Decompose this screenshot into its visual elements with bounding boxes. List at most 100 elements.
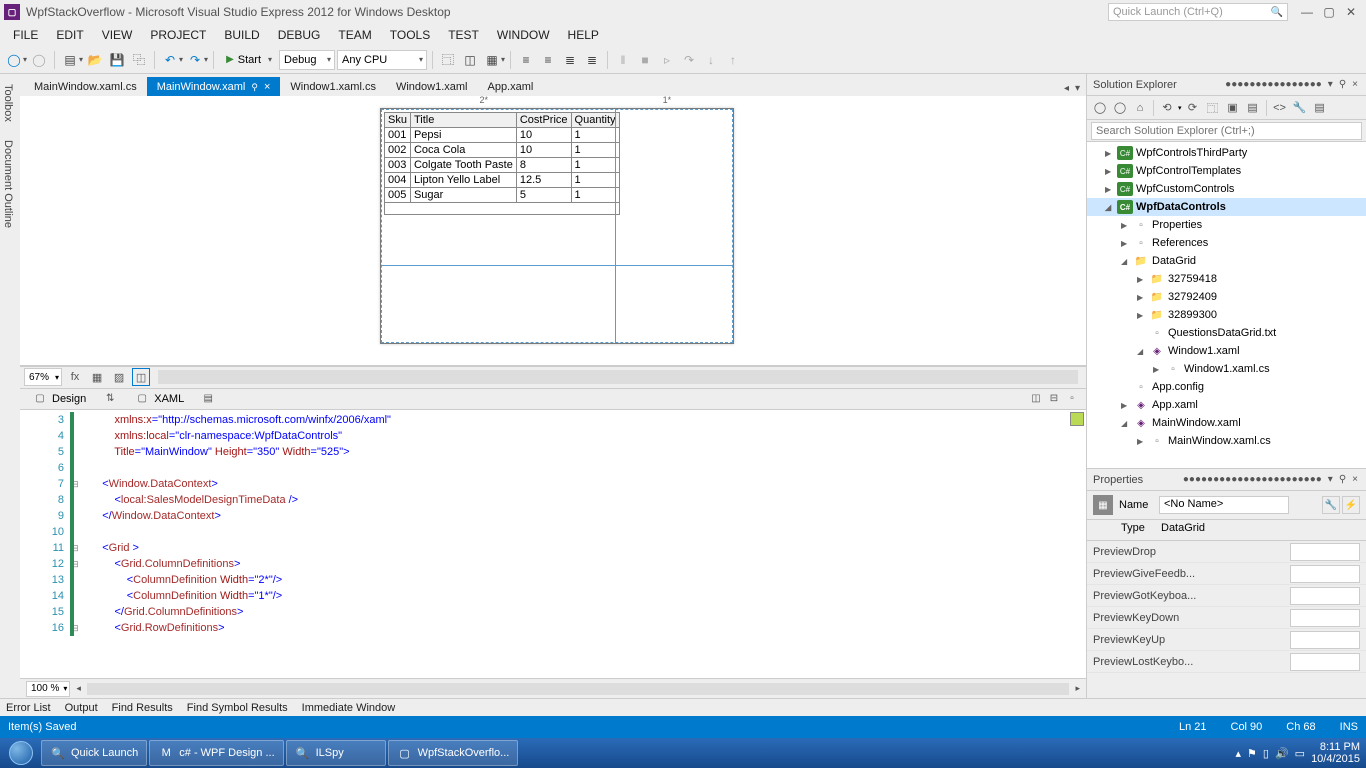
nav-forward-button[interactable]: ◯ [29,50,49,70]
taskbar-item[interactable]: 🔍ILSpy [286,740,386,766]
step-out-button[interactable]: ↑ [723,50,743,70]
tray-clock[interactable]: 8:11 PM10/4/2015 [1311,741,1360,765]
code-nav-left[interactable]: ◂ [76,683,81,694]
se-preview[interactable]: ▤ [1311,99,1329,117]
tb-icon-3[interactable]: ▦ [482,50,502,70]
close-button[interactable]: ✕ [1340,5,1362,19]
se-search-input[interactable] [1091,122,1362,140]
tree-node[interactable]: ◢C#WpfDataControls [1087,198,1366,216]
tree-node[interactable]: ▶C#WpfCustomControls [1087,180,1366,198]
tb-icon-5[interactable]: ≡ [538,50,558,70]
tree-node[interactable]: ◢◈Window1.xaml [1087,342,1366,360]
tray-flag-icon[interactable]: ⚑ [1247,747,1257,760]
tb-icon-2[interactable]: ◫ [460,50,480,70]
tab-scroll-left[interactable]: ◂ [1062,81,1071,96]
undo-button[interactable]: ↶ [160,50,180,70]
tab-mainwindow-cs[interactable]: MainWindow.xaml.cs [24,77,147,96]
code-scrollbar[interactable] [87,683,1070,695]
properties-grid[interactable]: PreviewDropPreviewGiveFeedb...PreviewGot… [1087,541,1366,698]
maximize-button[interactable]: ▢ [1318,5,1340,19]
new-project-button[interactable]: ▤ [60,50,80,70]
design-tab[interactable]: ▢Design [26,389,92,409]
tree-node[interactable]: ◢◈MainWindow.xaml [1087,414,1366,432]
tab-find-symbol[interactable]: Find Symbol Results [187,702,288,714]
tab-immediate[interactable]: Immediate Window [302,702,396,714]
se-fwd[interactable]: ◯ [1111,99,1129,117]
tab-output[interactable]: Output [65,702,98,714]
designer-tool-1[interactable]: fx [66,368,84,386]
tree-node[interactable]: ▶▫Window1.xaml.cs [1087,360,1366,378]
step-over-button[interactable]: ↷ [679,50,699,70]
step-into-button[interactable]: ↓ [701,50,721,70]
start-debug-button[interactable]: ▶Start▾ [219,50,277,70]
property-row[interactable]: PreviewKeyUp [1087,629,1366,651]
redo-button[interactable]: ↷ [185,50,205,70]
save-button[interactable]: 💾 [107,50,127,70]
menu-build[interactable]: BUILD [215,25,268,45]
quick-launch-input[interactable]: Quick Launch (Ctrl+Q) 🔍 [1108,3,1288,21]
tree-node[interactable]: ▶▫MainWindow.xaml.cs [1087,432,1366,450]
panel-menu-icon[interactable]: ▾ [1326,474,1335,485]
split-collapse-icon[interactable]: ▫ [1064,391,1080,407]
split-v-icon[interactable]: ⊟ [1046,391,1062,407]
solution-tree[interactable]: ▶C#WpfControlsThirdParty▶C#WpfControlTem… [1087,142,1366,468]
code-content[interactable]: xmlns:x="http://schemas.microsoft.com/wi… [82,410,1086,679]
se-sync[interactable]: ⟲ [1158,99,1176,117]
xaml-code-editor[interactable]: 345678910111213141516 ⊟⊟⊟⊟ xmlns:x="http… [20,410,1086,679]
menu-team[interactable]: TEAM [329,25,380,45]
tree-node[interactable]: ▶▫Properties [1087,216,1366,234]
code-zoom-combo[interactable]: 100 % [26,681,70,697]
designer-scrollbar[interactable] [158,370,1078,384]
config-combo[interactable]: Debug [279,50,335,70]
property-row[interactable]: PreviewLostKeybo... [1087,651,1366,673]
panel-close-icon[interactable]: × [1350,474,1360,485]
menu-file[interactable]: FILE [4,25,47,45]
panel-menu-icon[interactable]: ▾ [1326,79,1335,90]
tray-network-icon[interactable]: ▯ [1263,747,1269,760]
menu-project[interactable]: PROJECT [141,25,215,45]
open-button[interactable]: 📂 [85,50,105,70]
tree-node[interactable]: ▫QuestionsDataGrid.txt [1087,324,1366,342]
platform-combo[interactable]: Any CPU [337,50,427,70]
tb-icon-7[interactable]: ≣ [582,50,602,70]
tab-mainwindow-xaml[interactable]: MainWindow.xaml⚲× [147,77,281,96]
se-home[interactable]: ⌂ [1131,99,1149,117]
tree-node[interactable]: ▶▫References [1087,234,1366,252]
designer-tool-2[interactable]: ▦ [88,368,106,386]
tray-volume-icon[interactable]: 🔊 [1275,747,1289,760]
tab-window1-xaml[interactable]: Window1.xaml [386,77,478,96]
document-outline-tab[interactable]: Document Outline [0,136,20,232]
taskbar-item[interactable]: 🔍Quick Launch [41,740,147,766]
se-props[interactable]: ▤ [1244,99,1262,117]
start-button[interactable] [2,739,40,767]
tab-dropdown[interactable]: ▾ [1073,81,1082,96]
se-view-code[interactable]: <> [1271,99,1289,117]
property-row[interactable]: PreviewDrop [1087,541,1366,563]
stop-button[interactable]: ■ [635,50,655,70]
taskbar-item[interactable]: ▢WpfStackOverflo... [388,740,519,766]
designer-tool-3[interactable]: ▨ [110,368,128,386]
props-wrench-icon[interactable]: 🔧 [1322,496,1340,514]
close-tab-icon[interactable]: × [264,81,270,93]
se-wrench[interactable]: 🔧 [1291,99,1309,117]
design-artboard[interactable]: 2* 1* SkuTitleCostPriceQuantity 001Pepsi… [380,108,734,344]
designer-tool-4[interactable]: ◫ [132,368,150,386]
tree-node[interactable]: ▶C#WpfControlTemplates [1087,162,1366,180]
se-show-all[interactable]: ▣ [1224,99,1242,117]
tree-node[interactable]: ◢📁DataGrid [1087,252,1366,270]
tray-battery-icon[interactable]: ▭ [1295,747,1305,760]
menu-help[interactable]: HELP [559,25,608,45]
menu-view[interactable]: VIEW [93,25,142,45]
panel-pin-icon[interactable]: ⚲ [1337,79,1348,90]
se-refresh[interactable]: ⟳ [1184,99,1202,117]
xaml-tab[interactable]: ▢XAML [128,389,190,409]
split-h-icon[interactable]: ◫ [1028,391,1044,407]
toolbox-tab[interactable]: Toolbox [0,80,20,126]
pin-icon[interactable]: ⚲ [251,82,258,93]
se-collapse[interactable]: ⿹ [1204,99,1222,117]
menu-tools[interactable]: TOOLS [381,25,439,45]
property-row[interactable]: PreviewKeyDown [1087,607,1366,629]
menu-edit[interactable]: EDIT [47,25,92,45]
tree-node[interactable]: ▶📁32759418 [1087,270,1366,288]
menu-window[interactable]: WINDOW [488,25,559,45]
